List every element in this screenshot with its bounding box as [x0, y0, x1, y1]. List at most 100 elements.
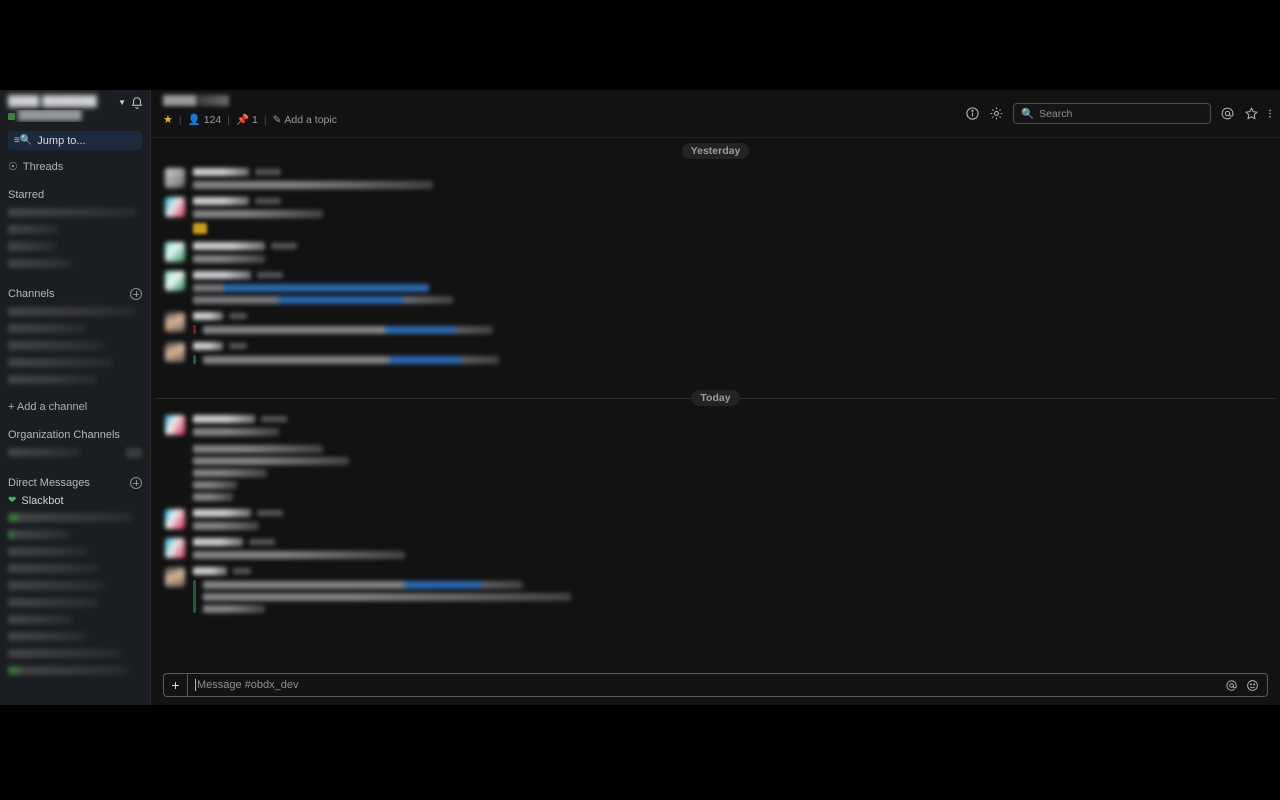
gear-icon[interactable] — [989, 106, 1004, 121]
sidebar-section-org-channels-header[interactable]: Organization Channels — [8, 429, 142, 441]
message-author[interactable] — [193, 566, 227, 575]
message-body — [193, 565, 1268, 613]
list-item[interactable] — [4, 337, 146, 354]
list-item[interactable] — [4, 509, 146, 526]
list-item[interactable] — [4, 560, 146, 577]
list-item[interactable] — [4, 662, 146, 679]
kebab-menu-icon[interactable] — [1268, 106, 1272, 121]
message-author[interactable] — [193, 508, 251, 517]
message-author[interactable] — [193, 537, 243, 546]
list-item[interactable] — [4, 611, 146, 628]
search-input[interactable]: 🔍 Search — [1013, 103, 1211, 124]
dm-name-redacted — [8, 581, 104, 590]
member-count-button[interactable]: 👤 124 — [188, 113, 222, 127]
list-item[interactable] — [4, 444, 146, 461]
sidebar-section-channels-header[interactable]: Channels — [8, 288, 142, 300]
list-item[interactable] — [4, 354, 146, 371]
bell-icon[interactable] — [130, 96, 144, 110]
avatar[interactable] — [165, 415, 185, 435]
info-icon[interactable] — [965, 106, 980, 121]
avatar[interactable] — [165, 271, 185, 291]
list-item[interactable] — [4, 238, 146, 255]
message-author[interactable] — [193, 414, 255, 423]
avatar[interactable] — [165, 509, 185, 529]
list-item[interactable] — [4, 303, 146, 320]
list-item[interactable] — [4, 204, 146, 221]
sidebar-section-title: Direct Messages — [8, 477, 90, 489]
pin-count-button[interactable]: 📌 1 — [236, 113, 258, 127]
avatar[interactable] — [165, 342, 185, 362]
message-input[interactable]: Message #obdx_dev — [188, 674, 1217, 696]
message-composer[interactable]: + Message #obdx_dev — [163, 673, 1268, 697]
add-a-channel-button[interactable]: + Add a channel — [8, 401, 142, 413]
date-divider-label[interactable]: Today — [691, 389, 740, 406]
message-text-with-link[interactable] — [193, 296, 453, 304]
sidebar-section-starred-header[interactable]: Starred — [8, 189, 142, 201]
sidebar: ████ ███████ █████████ ▼ ≡🔍 Jump to... ☉… — [0, 90, 150, 705]
list-item[interactable] — [4, 645, 146, 662]
chevron-down-icon[interactable]: ▼ — [118, 95, 126, 107]
list-item[interactable] — [4, 526, 146, 543]
message-author[interactable] — [193, 241, 265, 250]
at-mentions-icon[interactable] — [1220, 106, 1235, 121]
avatar[interactable] — [165, 242, 185, 262]
sidebar-item-threads[interactable]: ☉ Threads — [8, 160, 142, 174]
avatar[interactable] — [165, 538, 185, 558]
list-item[interactable] — [4, 594, 146, 611]
member-count: 124 — [203, 113, 222, 126]
message-text — [193, 493, 233, 501]
divider: | — [178, 113, 182, 126]
list-item[interactable] — [4, 320, 146, 337]
attachment-text — [203, 593, 571, 601]
message-author[interactable] — [193, 196, 249, 205]
plus-icon[interactable]: + — [164, 674, 188, 696]
star-outline-icon[interactable] — [1244, 106, 1259, 121]
message-author[interactable] — [193, 167, 249, 176]
message-row[interactable] — [151, 192, 1280, 237]
message-body — [193, 269, 1268, 304]
avatar[interactable] — [165, 168, 185, 188]
avatar[interactable] — [165, 312, 185, 332]
add-channel-icon[interactable] — [130, 288, 142, 300]
jump-to-search[interactable]: ≡🔍 Jump to... — [8, 131, 142, 150]
channel-name[interactable] — [163, 95, 229, 106]
avatar[interactable] — [165, 197, 185, 217]
list-item[interactable] — [4, 221, 146, 238]
workspace-header[interactable]: ████ ███████ █████████ ▼ — [0, 90, 150, 124]
message-row[interactable] — [151, 504, 1280, 533]
message-author[interactable] — [193, 311, 223, 320]
message-body — [193, 166, 1268, 189]
message-row[interactable] — [151, 337, 1280, 367]
date-divider-label[interactable]: Yesterday — [681, 142, 750, 159]
message-text-with-link[interactable] — [193, 284, 429, 292]
avatar[interactable] — [165, 567, 185, 587]
message-row[interactable] — [151, 237, 1280, 266]
reaction-chip[interactable] — [193, 223, 207, 234]
emoji-icon[interactable] — [1246, 679, 1259, 692]
list-item[interactable] — [4, 628, 146, 645]
message-timestamp — [233, 567, 251, 574]
list-item[interactable] — [4, 577, 146, 594]
add-dm-icon[interactable] — [130, 477, 142, 489]
message-list[interactable]: Yesterday Today — [151, 138, 1280, 669]
message-row[interactable] — [151, 562, 1280, 616]
message-row[interactable] — [151, 410, 1280, 504]
message-attachment[interactable] — [193, 325, 1268, 334]
message-row[interactable] — [151, 163, 1280, 192]
add-topic-button[interactable]: ✎ Add a topic — [273, 114, 337, 126]
at-icon[interactable] — [1225, 679, 1238, 692]
message-author[interactable] — [193, 270, 251, 279]
list-item[interactable] — [4, 371, 146, 388]
sidebar-section-dm-header[interactable]: Direct Messages — [8, 477, 142, 489]
message-row[interactable] — [151, 533, 1280, 562]
star-filled-icon[interactable]: ★ — [163, 113, 173, 126]
list-item[interactable] — [4, 543, 146, 560]
list-item[interactable] — [4, 255, 146, 272]
message-attachment[interactable] — [193, 580, 1268, 613]
message-attachment[interactable] — [193, 355, 1268, 364]
message-timestamp — [271, 242, 297, 249]
message-row[interactable] — [151, 266, 1280, 307]
message-author[interactable] — [193, 341, 223, 350]
message-row[interactable] — [151, 307, 1280, 337]
sidebar-item-slackbot[interactable]: ❤ Slackbot — [4, 492, 146, 509]
